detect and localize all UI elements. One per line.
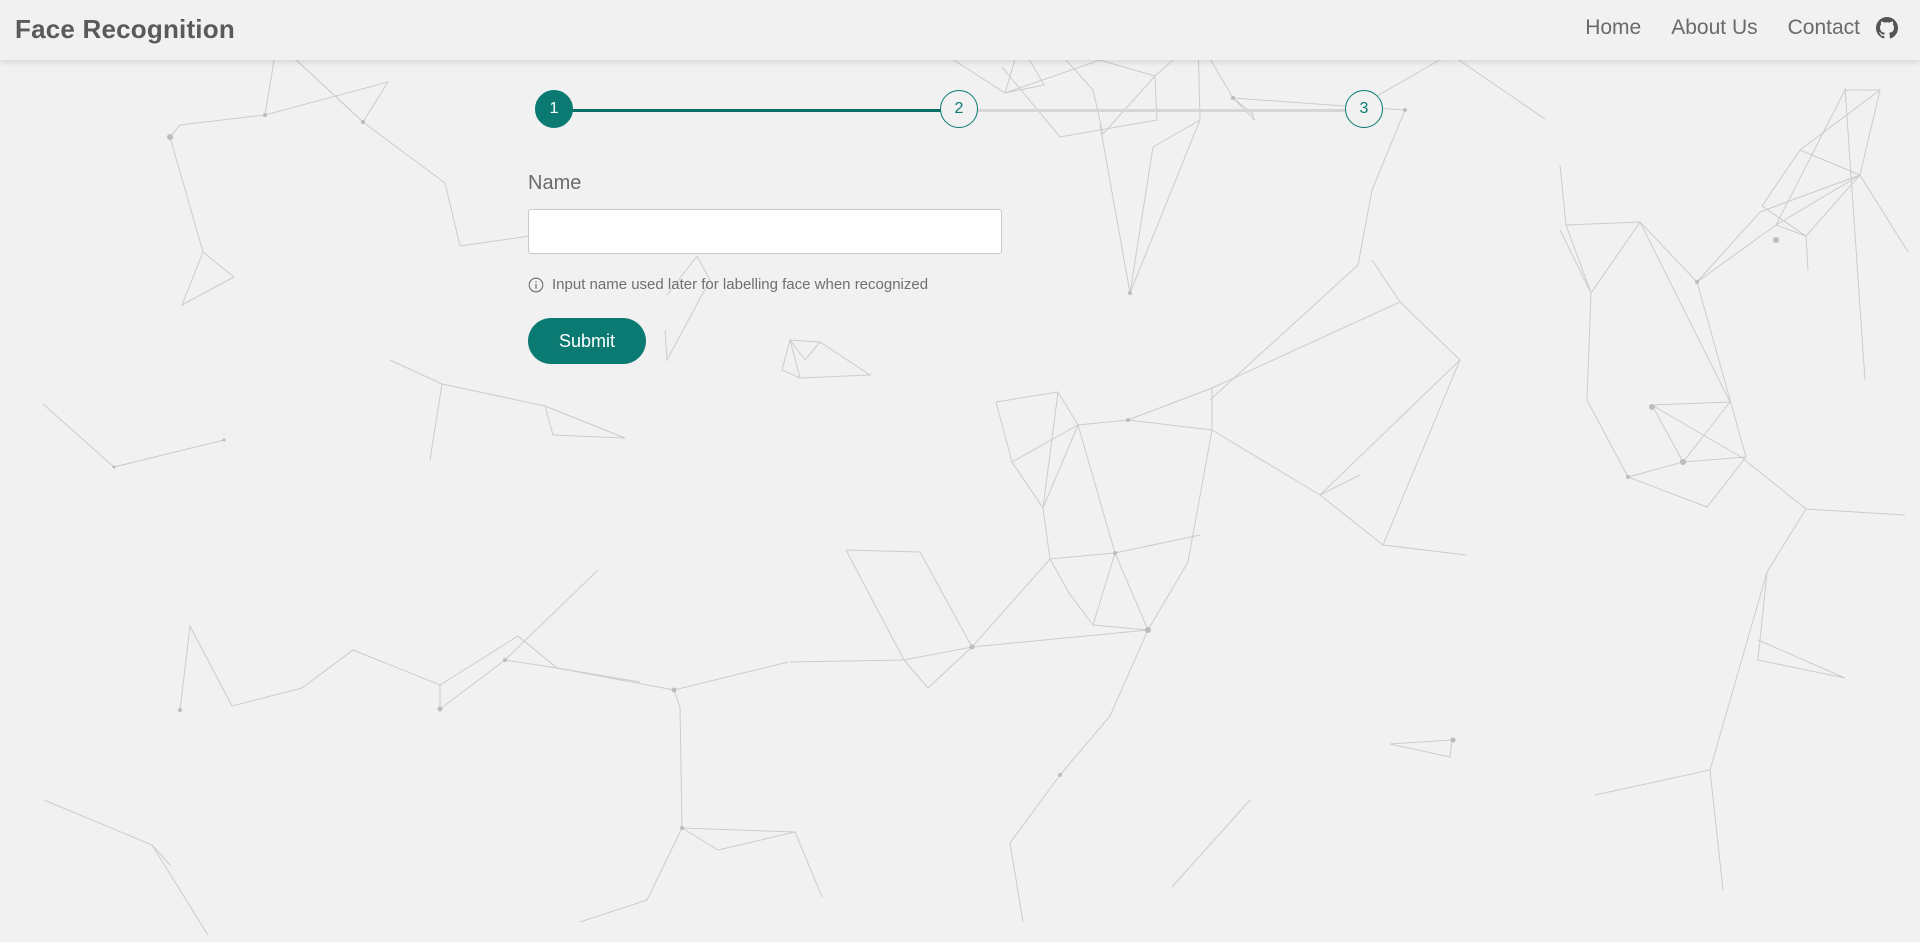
network-background bbox=[42, 1, 1909, 936]
navbar: Face Recognition Home About Us Contact bbox=[0, 0, 1920, 60]
submit-button[interactable]: Submit bbox=[528, 318, 646, 364]
nav-link-home[interactable]: Home bbox=[1585, 16, 1641, 40]
name-hint: Input name used later for labelling face… bbox=[528, 276, 1004, 293]
github-icon[interactable] bbox=[1876, 17, 1898, 39]
stepper-progress bbox=[555, 109, 956, 112]
step-1[interactable]: 1 bbox=[535, 90, 573, 128]
nav-links: Home About Us Contact bbox=[1555, 16, 1898, 40]
step-2[interactable]: 2 bbox=[940, 90, 978, 128]
step-3[interactable]: 3 bbox=[1345, 90, 1383, 128]
info-icon bbox=[528, 277, 544, 293]
name-input[interactable] bbox=[528, 209, 1002, 254]
nav-link-about-us[interactable]: About Us bbox=[1671, 16, 1757, 40]
stepper: 1 2 3 bbox=[535, 90, 1385, 130]
brand-logo[interactable]: Face Recognition bbox=[15, 14, 235, 45]
name-form: Name Input name used later for labelling… bbox=[528, 172, 1004, 364]
hint-text: Input name used later for labelling face… bbox=[552, 276, 929, 293]
nav-link-contact[interactable]: Contact bbox=[1788, 16, 1860, 40]
name-label: Name bbox=[528, 172, 582, 194]
